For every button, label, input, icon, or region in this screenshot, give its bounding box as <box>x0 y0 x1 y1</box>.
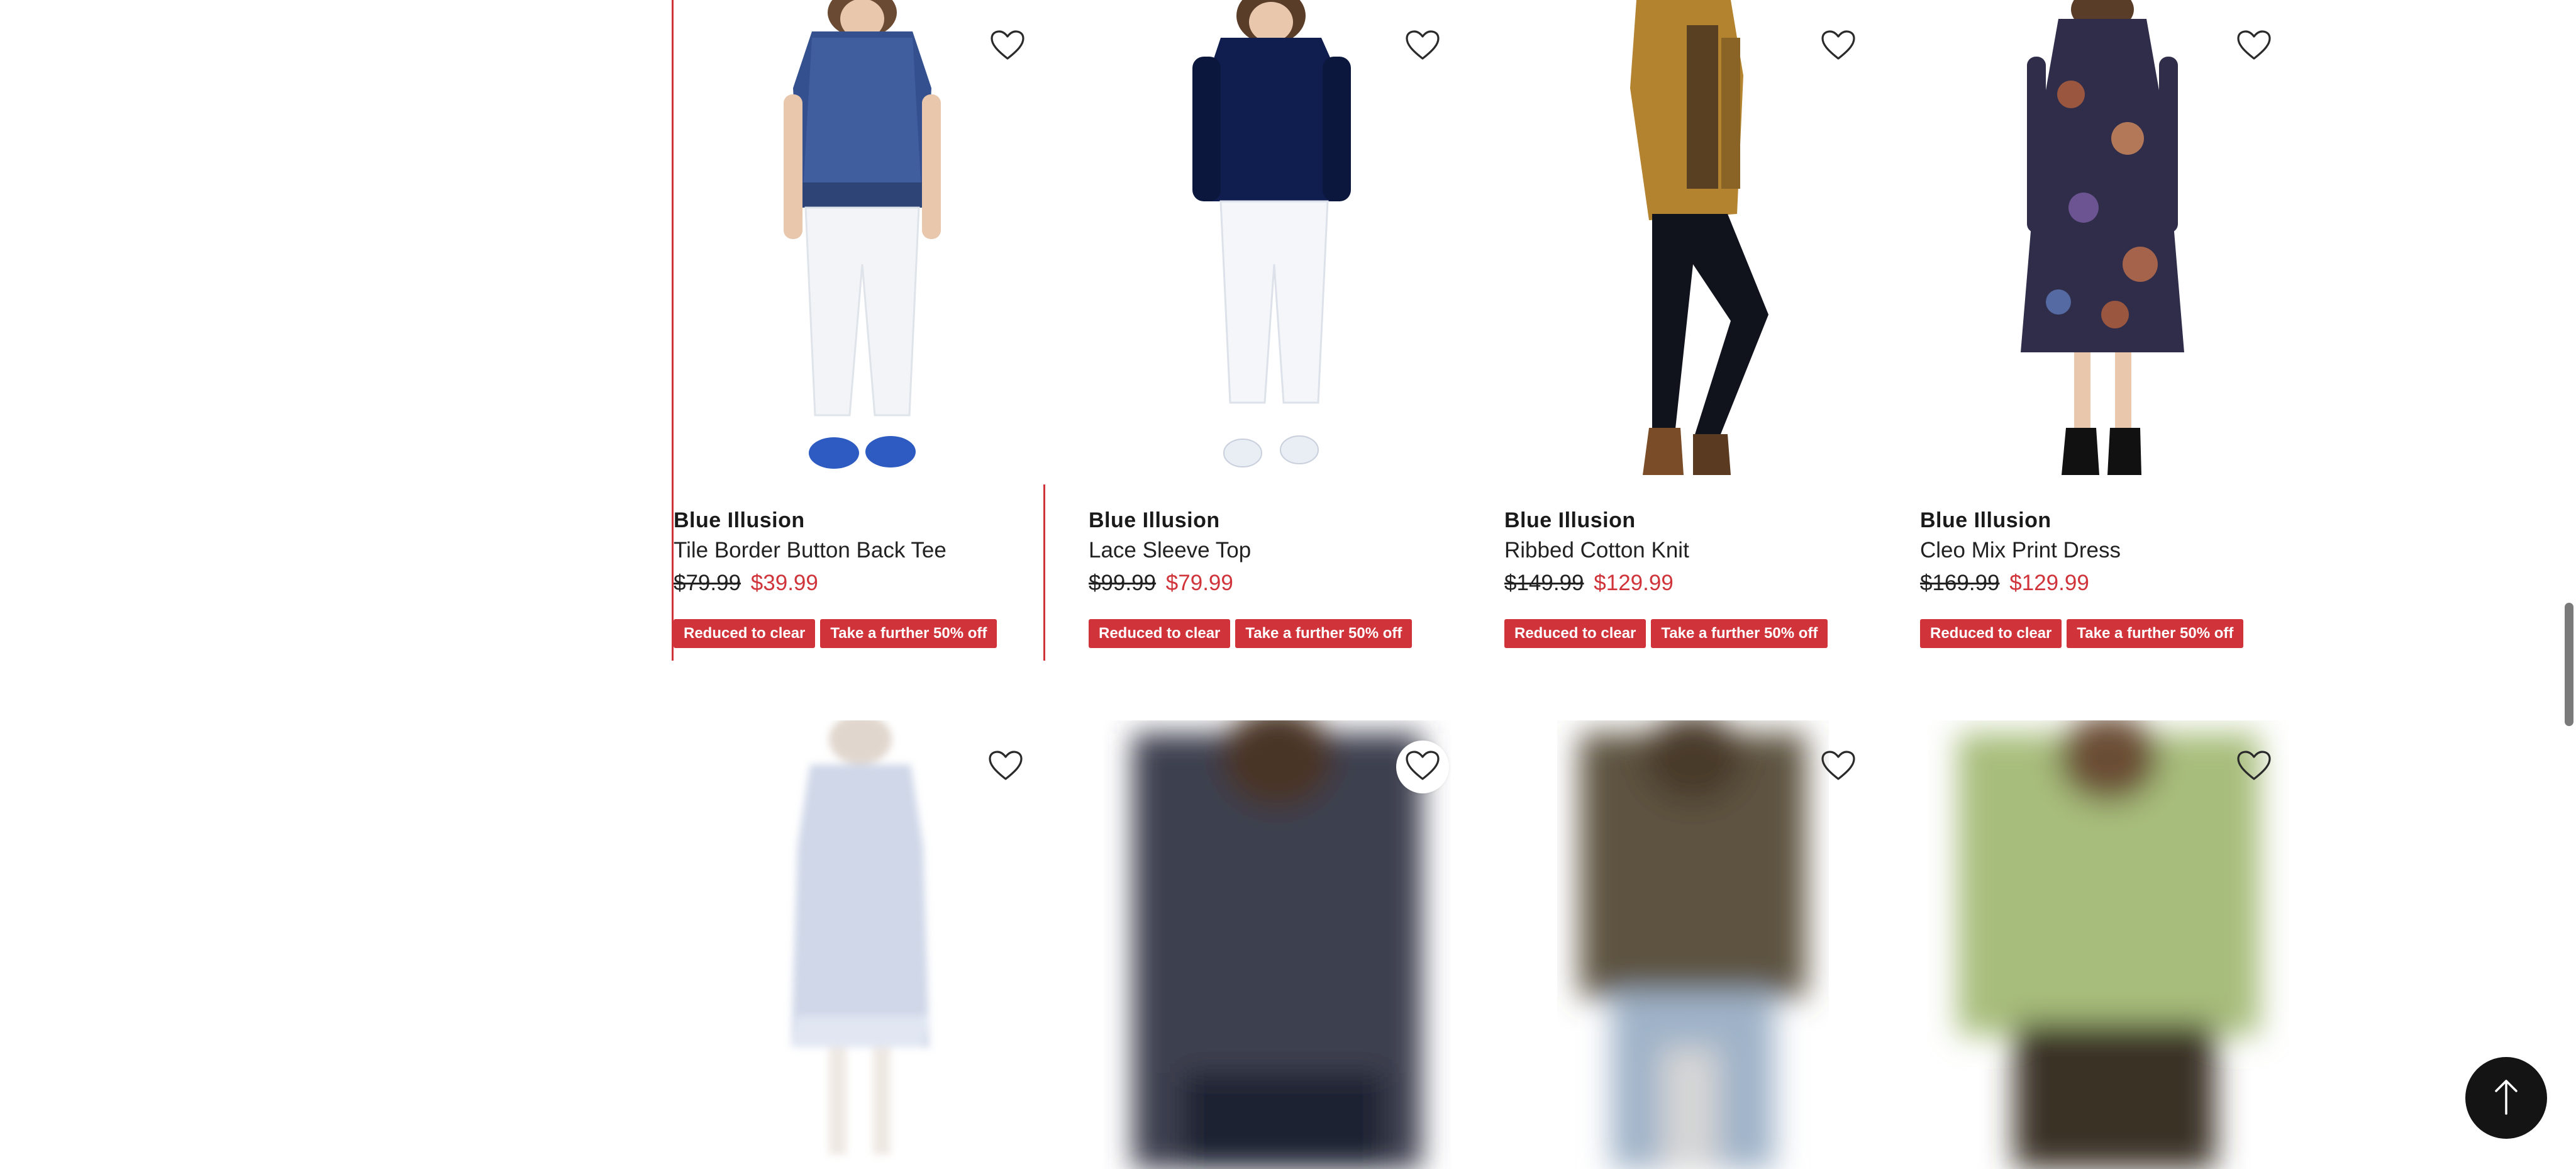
product-card[interactable] <box>1089 720 1462 1169</box>
wishlist-button[interactable] <box>1812 741 1865 793</box>
wishlist-button[interactable] <box>2228 20 2280 73</box>
product-price: $99.99 $79.99 <box>1089 571 1233 596</box>
product-card[interactable]: Blue Illusion Ribbed Cotton Knit $149.99… <box>1504 0 1878 661</box>
arrow-up-icon <box>2492 1077 2520 1119</box>
product-image[interactable] <box>674 0 1047 484</box>
heart-outline-icon <box>1405 30 1440 64</box>
price-original: $149.99 <box>1504 571 1584 595</box>
price-original: $79.99 <box>674 571 741 595</box>
product-card[interactable]: Blue Illusion Cleo Mix Print Dress $169.… <box>1920 0 2294 661</box>
reduced-badge: Reduced to clear <box>1504 619 1646 648</box>
product-image[interactable] <box>1920 0 2294 484</box>
product-price: $149.99 $129.99 <box>1504 571 1674 596</box>
product-price: $79.99 $39.99 <box>674 571 818 596</box>
scrollbar-thumb[interactable] <box>2565 603 2573 726</box>
wishlist-button[interactable] <box>2228 741 2280 793</box>
product-name[interactable]: Ribbed Cotton Knit <box>1504 538 1689 563</box>
product-card[interactable]: Blue Illusion Tile Border Button Back Te… <box>672 0 1047 661</box>
product-card[interactable] <box>672 720 1045 1169</box>
further-off-badge: Take a further 50% off <box>1235 619 1413 648</box>
product-name[interactable]: Tile Border Button Back Tee <box>674 538 947 563</box>
product-brand: Blue Illusion <box>1920 508 2051 532</box>
wishlist-button[interactable] <box>1396 20 1449 73</box>
promo-badges: Reduced to clear Take a further 50% off <box>1920 619 2244 648</box>
product-brand: Blue Illusion <box>674 508 805 532</box>
wishlist-button[interactable] <box>1396 741 1449 793</box>
heart-outline-icon <box>1821 750 1856 785</box>
further-off-badge: Take a further 50% off <box>820 619 997 648</box>
product-brand: Blue Illusion <box>1089 508 1220 532</box>
price-sale: $39.99 <box>750 571 818 595</box>
heart-outline-icon <box>990 30 1025 64</box>
product-name[interactable]: Cleo Mix Print Dress <box>1920 538 2121 563</box>
heart-outline-icon <box>1405 750 1440 785</box>
product-name[interactable]: Lace Sleeve Top <box>1089 538 1251 563</box>
price-original: $99.99 <box>1089 571 1157 595</box>
product-listing-page: Blue Illusion Tile Border Button Back Te… <box>0 0 2576 1169</box>
product-card[interactable] <box>1920 720 2294 1169</box>
price-sale: $129.99 <box>1594 571 1674 595</box>
further-off-badge: Take a further 50% off <box>2067 619 2244 648</box>
heart-outline-icon <box>988 750 1023 785</box>
reduced-badge: Reduced to clear <box>1089 619 1231 648</box>
wishlist-button[interactable] <box>979 741 1032 793</box>
promo-badges: Reduced to clear Take a further 50% off <box>674 619 997 648</box>
price-sale: $129.99 <box>2009 571 2089 595</box>
product-brand: Blue Illusion <box>1504 508 1636 532</box>
further-off-badge: Take a further 50% off <box>1651 619 1828 648</box>
product-price: $169.99 $129.99 <box>1920 571 2089 596</box>
promo-badges: Reduced to clear Take a further 50% off <box>1089 619 1413 648</box>
wishlist-button[interactable] <box>1812 20 1865 73</box>
heart-outline-icon <box>2236 750 2272 785</box>
promo-badges: Reduced to clear Take a further 50% off <box>1504 619 1828 648</box>
product-image[interactable] <box>1089 0 1462 484</box>
product-card[interactable] <box>1504 720 1878 1169</box>
price-sale: $79.99 <box>1165 571 1233 595</box>
wishlist-button[interactable] <box>981 20 1034 73</box>
back-to-top-button[interactable] <box>2465 1057 2547 1139</box>
product-card[interactable]: Blue Illusion Lace Sleeve Top $99.99 $79… <box>1089 0 1462 661</box>
price-original: $169.99 <box>1920 571 2000 595</box>
reduced-badge: Reduced to clear <box>1920 619 2062 648</box>
heart-outline-icon <box>1821 30 1856 64</box>
heart-outline-icon <box>2236 30 2272 64</box>
reduced-badge: Reduced to clear <box>674 619 816 648</box>
product-image[interactable] <box>1504 0 1878 484</box>
